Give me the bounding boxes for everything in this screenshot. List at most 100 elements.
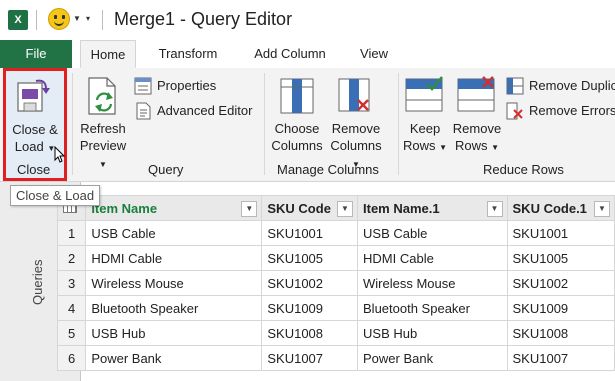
- table-cell[interactable]: SKU1008: [261, 320, 359, 346]
- keep-rows-button[interactable]: Keep Rows ▼: [400, 73, 450, 159]
- advanced-editor-label: Advanced Editor: [157, 103, 253, 118]
- tab-add-column[interactable]: Add Column: [246, 40, 334, 68]
- choose-columns-button[interactable]: Choose Columns: [270, 73, 324, 159]
- title-bar: X ▼ ▾ Merge1 - Query Editor: [0, 0, 615, 40]
- table-cell[interactable]: Bluetooth Speaker: [357, 295, 508, 321]
- ribbon-tab-row: File Home Transform Add Column View: [0, 40, 615, 69]
- table-cell[interactable]: HDMI Cable: [85, 245, 263, 271]
- excel-app-icon[interactable]: X: [8, 10, 28, 30]
- table-cell[interactable]: SKU1002: [261, 270, 359, 296]
- tab-file[interactable]: File: [0, 40, 72, 68]
- group-separator: [264, 73, 265, 175]
- row-number: 6: [56, 345, 87, 371]
- tab-transform[interactable]: Transform: [150, 40, 226, 68]
- column-header-label: SKU Code: [267, 200, 331, 216]
- table-row[interactable]: 5 USB Hub SKU1008 USB Hub SKU1008: [56, 320, 615, 346]
- tab-home[interactable]: Home: [80, 40, 136, 68]
- remove-columns-label-2: Columns: [330, 138, 382, 153]
- table-cell[interactable]: HDMI Cable: [357, 245, 508, 271]
- smiley-feedback-icon[interactable]: [48, 8, 70, 30]
- table-row[interactable]: 1 USB Cable SKU1001 USB Cable SKU1001: [56, 220, 615, 246]
- choose-columns-label-1: Choose: [274, 121, 320, 136]
- column-header-sku-code[interactable]: SKU Code ▼: [261, 195, 359, 221]
- refresh-icon: [88, 77, 116, 115]
- properties-label: Properties: [157, 78, 217, 93]
- table-cell[interactable]: Power Bank: [357, 345, 508, 371]
- table-cell[interactable]: SKU1002: [506, 270, 615, 296]
- group-label-query: Query: [148, 162, 184, 177]
- remove-rows-dropdown-icon[interactable]: ▼: [491, 143, 499, 152]
- table-cell[interactable]: SKU1008: [506, 320, 615, 346]
- column-filter-dropdown-icon[interactable]: ▼: [594, 201, 610, 217]
- group-separator: [72, 73, 73, 175]
- row-number: 4: [56, 295, 87, 321]
- title-separator: [36, 10, 37, 30]
- column-header-sku-code-1[interactable]: SKU Code.1 ▼: [506, 195, 615, 221]
- column-header-item-name[interactable]: Item Name ▼: [85, 195, 263, 221]
- table-row[interactable]: 6 Power Bank SKU1007 Power Bank SKU1007: [56, 345, 615, 371]
- keep-rows-label-2: Rows: [402, 138, 436, 153]
- remove-errors-label: Remove Errors: [529, 103, 615, 118]
- feedback-dropdown-icon[interactable]: ▼: [73, 14, 81, 23]
- group-separator: [398, 73, 399, 175]
- table-cell[interactable]: USB Cable: [357, 220, 508, 246]
- column-filter-dropdown-icon[interactable]: ▼: [486, 201, 503, 217]
- remove-columns-label-1: Remove: [331, 121, 381, 136]
- table-row[interactable]: 4 Bluetooth Speaker SKU1009 Bluetooth Sp…: [56, 295, 615, 321]
- remove-rows-label-2: Rows: [454, 138, 488, 153]
- group-label-manage-columns: Manage Columns: [277, 162, 379, 177]
- remove-rows-icon: [457, 76, 495, 112]
- remove-duplicates-label: Remove Duplic: [529, 78, 615, 93]
- quick-access-customize-icon[interactable]: ▾: [86, 14, 90, 23]
- advanced-editor-icon: [136, 102, 151, 120]
- table-cell[interactable]: SKU1005: [261, 245, 359, 271]
- column-filter-dropdown-icon[interactable]: ▼: [337, 201, 354, 217]
- group-label-reduce-rows: Reduce Rows: [483, 162, 564, 177]
- remove-columns-icon: [338, 78, 370, 112]
- refresh-preview-dropdown-icon[interactable]: ▼: [99, 160, 107, 169]
- row-number: 2: [56, 245, 87, 271]
- table-cell[interactable]: Power Bank: [85, 345, 263, 371]
- properties-icon: [134, 77, 152, 95]
- keep-rows-icon: [405, 76, 443, 112]
- table-cell[interactable]: SKU1001: [261, 220, 359, 246]
- remove-errors-icon: [506, 102, 523, 120]
- keep-rows-label-1: Keep: [409, 121, 441, 136]
- group-label-close: Close: [17, 162, 51, 177]
- tab-view[interactable]: View: [352, 40, 396, 68]
- table-cell[interactable]: Bluetooth Speaker: [85, 295, 263, 321]
- ribbon-home: Close & Load ▼ Close Refresh Preview ▼ P…: [0, 68, 615, 182]
- table-row[interactable]: 2 HDMI Cable SKU1005 HDMI Cable SKU1005: [56, 245, 615, 271]
- table-cell[interactable]: USB Hub: [357, 320, 508, 346]
- table-cell[interactable]: Wireless Mouse: [357, 270, 508, 296]
- title-separator: [102, 10, 103, 30]
- column-header-label: Item Name.1: [363, 200, 440, 216]
- choose-columns-icon: [280, 78, 314, 114]
- keep-rows-dropdown-icon[interactable]: ▼: [439, 143, 447, 152]
- table-cell[interactable]: SKU1009: [261, 295, 359, 321]
- table-cell[interactable]: USB Hub: [85, 320, 263, 346]
- remove-rows-button[interactable]: Remove Rows ▼: [450, 73, 504, 159]
- refresh-preview-label-1: Refresh: [80, 121, 126, 136]
- remove-errors-button[interactable]: Remove Errors: [506, 102, 615, 122]
- table-cell[interactable]: SKU1007: [506, 345, 615, 371]
- column-filter-dropdown-icon[interactable]: ▼: [241, 201, 258, 217]
- table-cell[interactable]: Wireless Mouse: [85, 270, 263, 296]
- remove-rows-label-1: Remove: [452, 121, 502, 136]
- table-cell[interactable]: USB Cable: [85, 220, 263, 246]
- refresh-preview-button[interactable]: Refresh Preview ▼: [76, 73, 130, 169]
- remove-columns-button[interactable]: Remove Columns ▼: [326, 73, 386, 169]
- close-load-label-2: Load: [14, 139, 44, 154]
- table-cell[interactable]: SKU1001: [506, 220, 615, 246]
- column-header-item-name-1[interactable]: Item Name.1 ▼: [357, 195, 508, 221]
- row-number: 5: [56, 320, 87, 346]
- choose-columns-label-2: Columns: [271, 138, 323, 153]
- data-grid: Item Name ▼ SKU Code ▼ Item Name.1 ▼ SKU…: [56, 195, 615, 371]
- table-cell[interactable]: SKU1005: [506, 245, 615, 271]
- close-load-icon: [17, 79, 50, 112]
- table-row[interactable]: 3 Wireless Mouse SKU1002 Wireless Mouse …: [56, 270, 615, 296]
- close-load-label-1: Close &: [12, 122, 58, 137]
- remove-duplicates-button[interactable]: Remove Duplic: [506, 77, 615, 97]
- table-cell[interactable]: SKU1009: [506, 295, 615, 321]
- table-cell[interactable]: SKU1007: [261, 345, 359, 371]
